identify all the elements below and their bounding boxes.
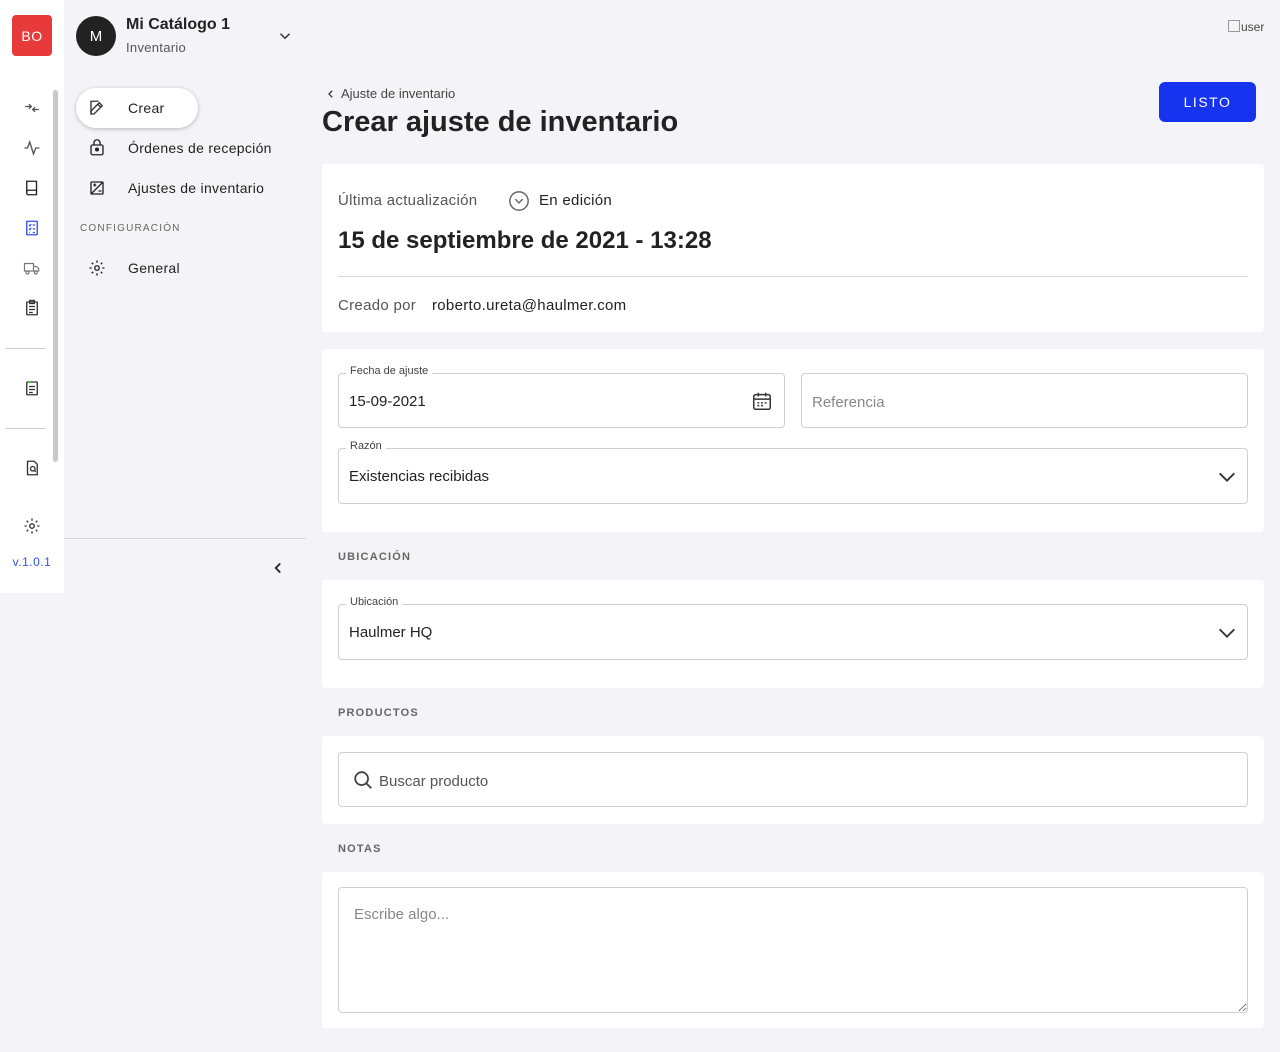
user-avatar[interactable]: user	[1228, 20, 1264, 48]
reference-placeholder: Referencia	[812, 394, 885, 411]
user-avatar-alt: user	[1241, 20, 1264, 34]
edit-icon	[87, 98, 107, 118]
module-name: Inventario	[126, 40, 187, 55]
created-by-email: roberto.ureta@haulmer.com	[432, 297, 627, 314]
report-icon[interactable]	[22, 378, 42, 398]
chevron-left-icon	[328, 89, 333, 98]
status-badge: En edición	[539, 192, 613, 209]
sidebar-item-label: Ajustes de inventario	[128, 180, 265, 196]
create-label: Crear	[128, 100, 165, 116]
config-section-title: CONFIGURACIÓN	[80, 223, 181, 234]
search-icon	[354, 771, 372, 789]
transfer-icon[interactable]	[22, 98, 42, 118]
adjustment-date-label: Fecha de ajuste	[346, 365, 433, 377]
activity-icon[interactable]	[22, 138, 42, 158]
sidebar-item-label: General	[128, 260, 180, 276]
rail-divider	[6, 348, 46, 349]
adjustment-date-value: 15-09-2021	[349, 393, 426, 410]
truck-icon[interactable]	[22, 258, 42, 278]
notes-section-title: NOTAS	[338, 843, 382, 855]
rail-divider	[6, 428, 46, 429]
sidebar-divider	[64, 538, 306, 539]
document-search-icon[interactable]	[22, 458, 42, 478]
app-version: v.1.0.1	[12, 555, 52, 569]
reference-input[interactable]: Referencia	[801, 373, 1248, 428]
page-title: Crear ajuste de inventario	[322, 106, 679, 138]
location-section-title: UBICACIÓN	[338, 551, 412, 563]
adjustment-date-field[interactable]: Fecha de ajuste 15-09-2021	[338, 365, 785, 428]
location-value: Haulmer HQ	[349, 624, 433, 641]
app-logo[interactable]: BO	[12, 15, 52, 56]
done-button[interactable]: LISTO	[1159, 82, 1256, 122]
lock-bag-icon	[87, 138, 107, 158]
location-card: Ubicación Haulmer HQ	[322, 580, 1264, 688]
rail-scrollbar[interactable]	[53, 90, 58, 462]
status-chevron-icon[interactable]	[508, 190, 530, 212]
catalog-avatar[interactable]: M	[76, 16, 116, 56]
settings-icon[interactable]	[22, 516, 42, 536]
products-section-title: PRODUCTOS	[338, 707, 419, 719]
notes-card	[322, 872, 1264, 1028]
reason-value: Existencias recibidas	[349, 468, 490, 485]
product-search-input[interactable]: Buscar producto	[338, 752, 1248, 807]
chevron-down-icon[interactable]	[276, 27, 294, 45]
breadcrumb-label: Ajuste de inventario	[341, 86, 456, 101]
summary-card: Última actualización En edición 15 de se…	[322, 164, 1264, 332]
clipboard-icon[interactable]	[22, 298, 42, 318]
reason-label: Razón	[346, 440, 386, 452]
sidebar: M Mi Catálogo 1 Inventario Crear Órdenes…	[64, 0, 306, 593]
last-updated-label: Última actualización	[338, 192, 478, 209]
sidebar-item-label: Órdenes de recepción	[128, 140, 272, 156]
book-icon[interactable]	[22, 178, 42, 198]
create-button[interactable]: Crear	[76, 88, 198, 128]
gear-icon	[87, 258, 107, 278]
adjust-icon	[87, 178, 107, 198]
calendar-icon[interactable]	[751, 390, 773, 412]
location-select[interactable]: Ubicación Haulmer HQ	[338, 596, 1248, 660]
broken-image-icon	[1228, 20, 1240, 32]
chevron-down-icon	[1219, 472, 1235, 482]
chevron-down-icon	[1219, 628, 1235, 638]
sidebar-item-reception-orders[interactable]: Órdenes de recepción	[76, 133, 272, 163]
checklist-icon[interactable]	[22, 218, 42, 238]
sidebar-item-inventory-adjustments[interactable]: Ajustes de inventario	[76, 173, 264, 203]
reason-select[interactable]: Razón Existencias recibidas	[338, 440, 1248, 504]
products-card: Buscar producto	[322, 736, 1264, 824]
divider	[338, 276, 1248, 277]
breadcrumb[interactable]: Ajuste de inventario	[326, 86, 455, 101]
last-updated-date: 15 de septiembre de 2021 - 13:28	[338, 227, 712, 254]
created-by-label: Creado por	[338, 297, 417, 314]
notes-textarea[interactable]	[338, 887, 1248, 1013]
collapse-sidebar-icon[interactable]	[269, 559, 287, 577]
catalog-name[interactable]: Mi Catálogo 1	[126, 16, 230, 34]
adjustment-form-card: Fecha de ajuste 15-09-2021 Referencia Ra…	[322, 349, 1264, 532]
product-search-placeholder: Buscar producto	[379, 773, 489, 790]
sidebar-item-general[interactable]: General	[76, 253, 180, 283]
location-label: Ubicación	[346, 596, 403, 608]
